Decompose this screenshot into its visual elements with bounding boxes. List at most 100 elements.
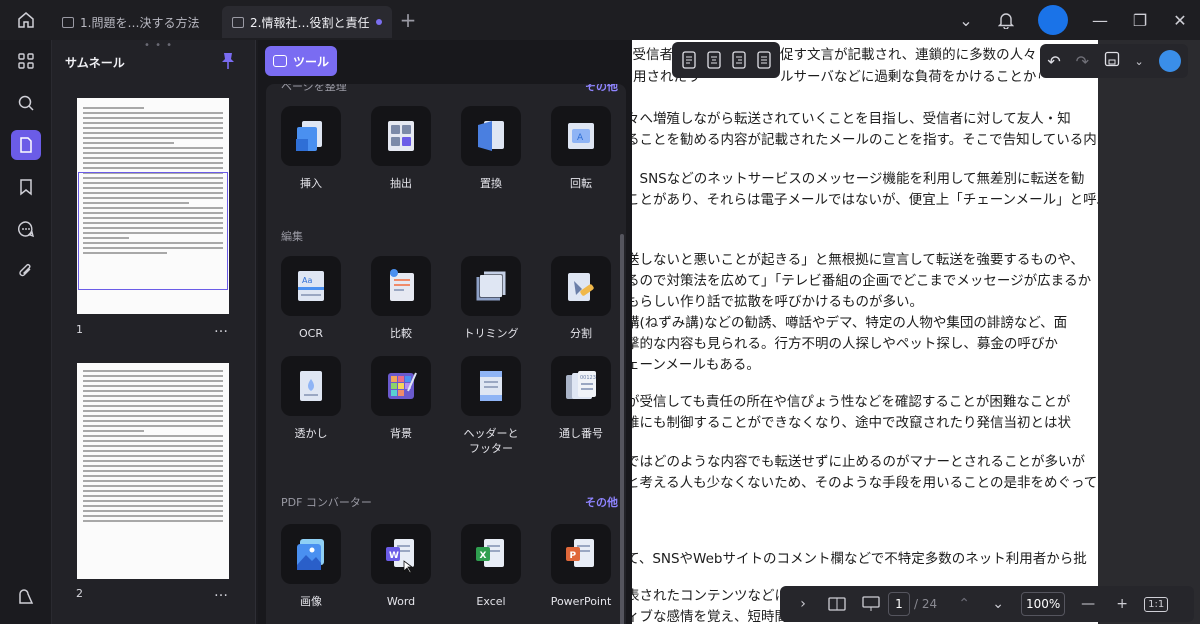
tab-label: 2.情報社…役割と責任: [250, 15, 370, 30]
tool-label: OCR: [299, 327, 323, 340]
current-page-input[interactable]: 1: [888, 592, 910, 616]
tools-dropdown: ページを整理 その他 挿入 抽出 置換 A 回転 編集 Aa OCR 比較 トリ…: [266, 84, 626, 624]
rail-search[interactable]: [0, 82, 52, 124]
tool-label: 挿入: [300, 177, 322, 190]
document-right-gutter: [1098, 40, 1200, 624]
crop-icon: [461, 256, 521, 316]
tool-bates-number[interactable]: 00123 通し番号: [536, 356, 626, 441]
tool-convert-powerpoint[interactable]: P PowerPoint: [536, 524, 626, 609]
save-icon[interactable]: [1104, 51, 1120, 71]
tool-insert[interactable]: 挿入: [266, 106, 356, 191]
history-toolbar: ↶ ↷ ⌄: [1040, 44, 1188, 78]
tool-convert-image[interactable]: 画像: [266, 524, 356, 609]
tool-label: 分割: [570, 327, 592, 340]
rail-attachments[interactable]: [0, 250, 52, 292]
rail-thumbnails[interactable]: [0, 124, 52, 166]
title-bar: 1.問題を…決する方法 2.情報社…役割と責任 + ⌄ — ❐ ✕: [0, 0, 1200, 40]
left-rail: [0, 40, 52, 624]
apps-grid-icon: [11, 46, 41, 76]
ai-assistant-icon[interactable]: [1158, 50, 1181, 72]
redo-icon[interactable]: ↷: [1076, 52, 1089, 71]
actual-size-button[interactable]: 1:1: [1139, 589, 1173, 619]
page-navigation-bar: › 1 / 24 ⌃ ⌄ 100% — + 1:1: [780, 586, 1194, 622]
doc-text-line: るので対策法を広めて」「テレビ番組の企画でどこまでメッセージが広まるか: [632, 273, 1092, 289]
tool-split[interactable]: 分割: [536, 256, 626, 341]
svg-text:W: W: [389, 551, 399, 561]
split-icon: [551, 256, 611, 316]
tool-replace[interactable]: 置換: [446, 106, 536, 191]
page-more-button[interactable]: …: [214, 320, 229, 336]
background-icon: [371, 356, 431, 416]
page-thumbnail-2[interactable]: [77, 363, 229, 579]
compare-icon: [371, 256, 431, 316]
pin-icon[interactable]: [221, 52, 235, 70]
doc-text-line: 誰にも制御することができなくなり、途中で改竄されたり発信当初とは状: [632, 415, 1071, 431]
doc-text-line: ことがあり、それらは電子メールではないが、便宜上「チェーンメール」と呼ぶ: [632, 192, 1111, 208]
search-icon: [11, 88, 41, 118]
rail-brand[interactable]: [0, 576, 52, 618]
zoom-level[interactable]: 100%: [1021, 592, 1066, 616]
notification-bell-icon[interactable]: [986, 0, 1026, 40]
zoom-out-icon[interactable]: —: [1071, 589, 1105, 619]
tools-scrollbar[interactable]: [620, 234, 624, 624]
justify-icon[interactable]: [756, 50, 772, 70]
new-tab-button[interactable]: +: [392, 8, 424, 32]
panel-drag-handle[interactable]: • • •: [144, 40, 173, 51]
home-button[interactable]: [0, 0, 52, 40]
doc-text-line: 表されたコンテンツなどに: [632, 588, 788, 604]
tab-document-1[interactable]: 1.問題を…決する方法: [52, 6, 222, 38]
align-center-icon[interactable]: [706, 50, 722, 70]
insert-pages-icon: [281, 106, 341, 166]
doc-text-line: と考える人も少なくないため、そのような手段を用いることの是非をめぐって: [632, 475, 1098, 491]
page-more-button[interactable]: …: [214, 584, 229, 600]
align-left-icon[interactable]: [681, 50, 697, 70]
tool-watermark[interactable]: 透かし: [266, 356, 356, 441]
minimize-icon[interactable]: —: [1080, 0, 1120, 40]
doc-text-line: 送しないと悪いことが起きる」と無根拠に宣言して転送を強要するものや、: [632, 252, 1084, 268]
tool-background[interactable]: 背景: [356, 356, 446, 441]
align-right-icon[interactable]: [731, 50, 747, 70]
tools-button[interactable]: ツール: [265, 46, 337, 76]
doc-text-line: 々へ増殖しながら転送されていくことを目指し、受信者に対して友人・知: [632, 111, 1071, 127]
header-footer-icon: [461, 356, 521, 416]
tool-header-footer[interactable]: ヘッダーと フッター: [446, 356, 536, 456]
avatar[interactable]: [1038, 5, 1068, 35]
maximize-icon[interactable]: ❐: [1120, 0, 1160, 40]
page-thumbnail-icon: [11, 130, 41, 160]
actual-size-label: 1:1: [1144, 596, 1169, 612]
rail-comments[interactable]: [0, 208, 52, 250]
page-thumbnail-1[interactable]: [77, 98, 229, 314]
doc-text-line: ではどのような内容でも転送せずに止めるのがマナーとされることが多いが: [632, 454, 1085, 470]
tool-ocr[interactable]: Aa OCR: [266, 256, 356, 341]
converter-more-link[interactable]: その他: [585, 494, 618, 510]
tool-crop[interactable]: トリミング: [446, 256, 536, 341]
doc-text-line: ィブな感情を覚え、短時間: [632, 609, 788, 624]
tool-convert-word[interactable]: W Word: [356, 524, 446, 609]
save-options-chevron-icon[interactable]: ⌄: [1135, 55, 1144, 68]
doc-text-line: て、SNSやWebサイトのコメント欄などで不特定多数のネット利用者から批: [632, 551, 1087, 567]
tool-extract[interactable]: 抽出: [356, 106, 446, 191]
prev-page-icon[interactable]: ⌃: [947, 589, 981, 619]
tools-panel: ツール ページを整理 その他 挿入 抽出 置換 A 回転 編集 Aa OCR 比…: [258, 40, 632, 624]
tool-convert-excel[interactable]: X Excel: [446, 524, 536, 609]
undo-icon[interactable]: ↶: [1047, 52, 1060, 71]
organize-more-link[interactable]: その他: [585, 84, 618, 94]
doc-text-line: ェーンメールもある。: [632, 357, 760, 373]
rail-bookmarks[interactable]: [0, 166, 52, 208]
zoom-in-icon[interactable]: +: [1105, 589, 1139, 619]
tool-compare[interactable]: 比較: [356, 256, 446, 341]
document-tab-icon: [62, 16, 74, 28]
next-page-icon[interactable]: ⌄: [981, 589, 1015, 619]
rail-apps[interactable]: [0, 40, 52, 82]
doc-text-line: が受信しても責任の所在や信ぴょう性などを確認することが困難なことが: [632, 394, 1071, 410]
chevron-down-icon[interactable]: ⌄: [946, 0, 986, 40]
tool-rotate[interactable]: A 回転: [536, 106, 626, 191]
presentation-icon[interactable]: [854, 589, 888, 619]
svg-text:P: P: [570, 551, 577, 561]
expand-arrow-icon[interactable]: ›: [786, 589, 820, 619]
tab-document-2[interactable]: 2.情報社…役割と責任: [222, 6, 392, 38]
tool-label: トリミング: [463, 327, 519, 340]
close-icon[interactable]: ✕: [1160, 0, 1200, 40]
doc-text-line: もらしい作り話で拡散を呼びかけるものが多い。: [632, 294, 923, 310]
reading-mode-icon[interactable]: [820, 589, 854, 619]
